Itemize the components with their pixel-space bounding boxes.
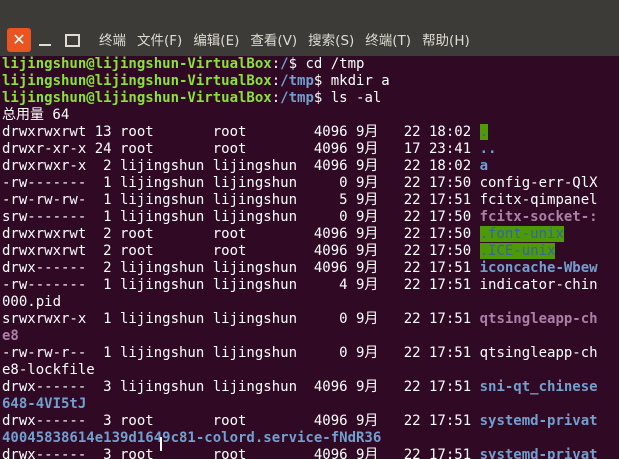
listing-row: 000.pid	[2, 294, 61, 311]
listing-info: -rw------- 1 lijingshun lijingshun 0 9月 …	[2, 175, 480, 191]
listing-row: drwxr-xr-x 24 root root 4096 9月 17 23:41…	[2, 141, 496, 158]
listing-info: -rw------- 1 lijingshun lijingshun 4 9月 …	[2, 277, 480, 293]
listing-info: drwxrwxrwt 13 root root 4096 9月 22 18:02	[2, 124, 480, 140]
maximize-icon	[64, 33, 80, 47]
menu-help[interactable]: 帮助(H)	[422, 31, 470, 51]
prompt-path: /tmp	[280, 90, 314, 106]
total-line: 总用量 64	[2, 107, 70, 123]
listing-filename: indicator-chin	[479, 277, 598, 293]
listing-row: -rw------- 1 lijingshun lijingshun 0 9月 …	[2, 175, 598, 192]
menu-terminal[interactable]: 终端(T)	[365, 31, 411, 51]
prompt-user: lijingshun@lijingshun-VirtualBox	[2, 73, 272, 89]
menu-bar: 终端 文件(F) 编辑(E) 查看(V) 搜索(S) 终端(T) 帮助(H)	[99, 31, 470, 51]
terminal-titlebar: ✕ 终端 文件(F) 编辑(E) 查看(V) 搜索(S) 终端(T) 帮助(H)	[0, 0, 619, 56]
listing-row: drwxrwxrwt 2 root root 4096 9月 22 17:50 …	[2, 226, 564, 243]
listing-row: 648-4VI5tJ	[2, 396, 86, 413]
listing-filename: qtsingleapp-ch	[479, 311, 598, 327]
listing-filename: 648-4VI5tJ	[2, 396, 87, 412]
listing-filename: ..	[479, 141, 497, 157]
listing-row: drwx------ 3 root root 4096 9月 22 17:51 …	[2, 447, 598, 459]
listing-info: srwxrwxr-x 1 lijingshun lijingshun 0 9月 …	[2, 311, 480, 327]
listing-row: drwxrwxrwt 2 root root 4096 9月 22 17:50 …	[2, 243, 556, 260]
listing-filename: iconcache-Wbew	[479, 260, 598, 276]
listing-filename: config-err-QlX	[479, 175, 598, 191]
listing-info: e8-lockfile	[2, 362, 95, 378]
command-line: lijingshun@lijingshun-VirtualBox:/$ cd /…	[2, 56, 365, 72]
listing-filename: 40045838614e139d1649c81-colord.service-f…	[2, 430, 382, 446]
listing-row: e8-lockfile	[2, 362, 95, 379]
maximize-button[interactable]	[60, 28, 84, 52]
text-cursor	[160, 437, 162, 451]
listing-info: drwxrwxrwt 2 root root 4096 9月 22 17:50	[2, 243, 480, 259]
menu-view[interactable]: 查看(V)	[250, 31, 297, 51]
command-text: ls -al	[330, 90, 382, 106]
command-text: cd /tmp	[305, 56, 365, 72]
minimize-button[interactable]	[33, 28, 57, 52]
listing-info: drwxrwxr-x 2 lijingshun lijingshun 4096 …	[2, 158, 480, 174]
listing-filename: sni-qt_chinese	[479, 379, 598, 395]
listing-info: -rw-rw-r-- 1 lijingshun lijingshun 0 9月 …	[2, 345, 480, 361]
prompt-path: /tmp	[280, 73, 314, 89]
listing-row: -rw-rw-rw- 1 lijingshun lijingshun 5 9月 …	[2, 192, 598, 209]
listing-row: drwx------ 3 root root 4096 9月 22 17:51 …	[2, 413, 598, 430]
listing-row: srw------- 1 lijingshun lijingshun 0 9月 …	[2, 209, 598, 226]
close-icon: ✕	[12, 30, 26, 49]
listing-row: drwx------ 2 lijingshun lijingshun 4096 …	[2, 260, 598, 277]
prompt-user: lijingshun@lijingshun-VirtualBox	[2, 56, 272, 72]
command-line: lijingshun@lijingshun-VirtualBox:/tmp$ l…	[2, 90, 382, 106]
listing-info: drwxrwxrwt 2 root root 4096 9月 22 17:50	[2, 226, 480, 242]
listing-row: -rw-rw-r-- 1 lijingshun lijingshun 0 9月 …	[2, 345, 598, 362]
menu-edit[interactable]: 编辑(E)	[193, 31, 239, 51]
listing-row: 40045838614e139d1649c81-colord.service-f…	[2, 430, 381, 447]
listing-filename: fcitx-socket-:	[479, 209, 598, 225]
listing-filename: fcitx-qimpanel	[479, 192, 598, 208]
prompt-path: /	[280, 56, 289, 72]
listing-filename: .ICE-unix	[479, 243, 556, 259]
listing-row: e8	[2, 328, 19, 345]
command-line: lijingshun@lijingshun-VirtualBox:/tmp$ m…	[2, 73, 390, 89]
listing-info: drwxr-xr-x 24 root root 4096 9月 17 23:41	[2, 141, 480, 157]
listing-info: 000.pid	[2, 294, 62, 310]
listing-filename: systemd-privat	[479, 413, 598, 429]
listing-filename: qtsingleapp-ch	[479, 345, 598, 361]
menu-terminal-app[interactable]: 终端	[99, 31, 126, 51]
listing-row: drwxrwxr-x 2 lijingshun lijingshun 4096 …	[2, 158, 488, 175]
listing-row: -rw------- 1 lijingshun lijingshun 4 9月 …	[2, 277, 598, 294]
listing-row: drwxrwxrwt 13 root root 4096 9月 22 18:02…	[2, 124, 489, 141]
listing-filename: systemd-privat	[479, 447, 598, 459]
menu-search[interactable]: 搜索(S)	[308, 31, 354, 51]
listing-info: drwx------ 3 root root 4096 9月 22 17:51	[2, 447, 480, 459]
listing-info: drwx------ 3 root root 4096 9月 22 17:51	[2, 413, 480, 429]
listing-filename: e8	[2, 328, 19, 344]
menu-file[interactable]: 文件(F)	[137, 31, 182, 51]
listing-filename: .font-unix	[479, 226, 564, 242]
listing-row: srwxrwxr-x 1 lijingshun lijingshun 0 9月 …	[2, 311, 598, 328]
listing-row: drwx------ 3 lijingshun lijingshun 4096 …	[2, 379, 598, 396]
command-text: mkdir a	[330, 73, 390, 89]
prompt-user: lijingshun@lijingshun-VirtualBox	[2, 90, 272, 106]
listing-info: drwx------ 2 lijingshun lijingshun 4096 …	[2, 260, 480, 276]
minimize-icon	[39, 44, 51, 46]
terminal-output[interactable]: lijingshun@lijingshun-VirtualBox:/$ cd /…	[0, 56, 619, 459]
listing-info: drwx------ 3 lijingshun lijingshun 4096 …	[2, 379, 480, 395]
listing-filename: .	[479, 124, 489, 140]
close-button[interactable]: ✕	[7, 28, 31, 52]
listing-filename: a	[479, 158, 489, 174]
listing-info: -rw-rw-rw- 1 lijingshun lijingshun 5 9月 …	[2, 192, 480, 208]
listing-info: srw------- 1 lijingshun lijingshun 0 9月 …	[2, 209, 480, 225]
